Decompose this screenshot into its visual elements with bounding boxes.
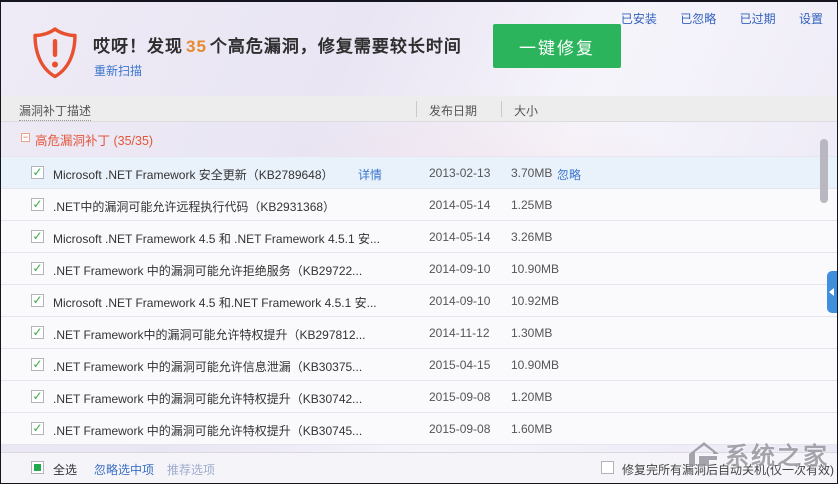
vulnerability-repair-window: 哎呀！发现35个高危漏洞，修复需要较长时间 重新扫描 一键修复 已安装 已忽略 … — [0, 0, 838, 484]
patch-date: 2013-02-13 — [429, 166, 490, 180]
auto-shutdown-checkbox[interactable] — [601, 461, 614, 474]
nav-ignored[interactable]: 已忽略 — [680, 12, 716, 26]
patch-desc: .NET Framework 中的漏洞可能允许信息泄漏（KB30375... — [53, 358, 362, 375]
footer-bar: 全选 忽略选中项 推荐选项 修复完所有漏洞后自动关机(仅一次有效) — [1, 452, 837, 483]
patch-date: 2014-05-14 — [429, 198, 490, 212]
warning-shield-icon — [29, 26, 81, 80]
patch-date: 2014-11-12 — [429, 326, 490, 340]
table-row[interactable]: ✓ .NET Framework中的漏洞可能允许特权提升（KB297812...… — [1, 317, 837, 349]
patch-size: 3.26MB — [511, 230, 552, 244]
ignore-selected-link[interactable]: 忽略选中项 — [94, 461, 154, 478]
table-row[interactable]: ✓ Microsoft .NET Framework 4.5 和 .NET Fr… — [1, 221, 837, 253]
table-row[interactable]: ✓ .NET Framework 中的漏洞可能允许拒绝服务（KB29722...… — [1, 253, 837, 285]
row-checkbox[interactable]: ✓ — [31, 230, 44, 243]
patch-size: 1.60MB — [511, 422, 552, 436]
nav-settings[interactable]: 设置 — [799, 12, 823, 26]
patch-desc: Microsoft .NET Framework 4.5 和 .NET Fram… — [53, 230, 380, 247]
patch-desc: Microsoft .NET Framework 安全更新（KB2789648） — [53, 166, 334, 183]
patch-size: 1.25MB — [511, 198, 552, 212]
patch-desc: .NET Framework 中的漏洞可能允许特权提升（KB30742... — [53, 390, 362, 407]
column-date: 发布日期 — [429, 102, 477, 119]
top-nav: 已安装 已忽略 已过期 设置 — [601, 10, 823, 27]
patch-date: 2014-09-10 — [429, 294, 490, 308]
table-header: 漏洞补丁描述 发布日期 大小 — [1, 96, 837, 122]
patch-desc: .NET Framework中的漏洞可能允许特权提升（KB297812... — [53, 326, 366, 343]
table-row[interactable]: ✓ .NET Framework 中的漏洞可能允许特权提升（KB30742...… — [1, 381, 837, 413]
nav-installed[interactable]: 已安装 — [621, 12, 657, 26]
select-all-label: 全选 — [53, 461, 77, 478]
row-checkbox[interactable]: ✓ — [31, 422, 44, 435]
patch-size: 1.30MB — [511, 326, 552, 340]
row-checkbox[interactable]: ✓ — [31, 198, 44, 211]
chevron-left-icon — [829, 288, 834, 296]
patch-size: 1.20MB — [511, 390, 552, 404]
table-row[interactable]: ✓ .NET Framework 中的漏洞可能允许特权提升（KB30745...… — [1, 413, 837, 445]
recommended-options-link[interactable]: 推荐选项 — [167, 461, 215, 478]
column-divider — [501, 101, 502, 117]
column-desc: 漏洞补丁描述 — [19, 102, 91, 121]
table-row[interactable]: ✓ .NET Framework 中的漏洞可能允许信息泄漏（KB30375...… — [1, 349, 837, 381]
detail-link[interactable]: 详情 — [358, 166, 382, 183]
patch-desc: .NET Framework 中的漏洞可能允许拒绝服务（KB29722... — [53, 262, 362, 279]
group-title: 高危漏洞补丁 (35/35) — [35, 130, 153, 149]
ignore-link[interactable]: 忽略 — [557, 166, 581, 183]
patch-size: 10.90MB — [511, 358, 559, 372]
patch-size: 10.90MB — [511, 262, 559, 276]
nav-expired[interactable]: 已过期 — [740, 12, 776, 26]
patch-desc: .NET Framework 中的漏洞可能允许特权提升（KB30745... — [53, 422, 362, 439]
row-checkbox[interactable]: ✓ — [31, 326, 44, 339]
patch-size: 3.70MB — [511, 166, 552, 180]
group-header-high-risk: − 高危漏洞补丁 (35/35) — [1, 123, 837, 156]
patch-size: 10.92MB — [511, 294, 559, 308]
patch-date: 2015-04-15 — [429, 358, 490, 372]
row-checkbox[interactable]: ✓ — [31, 390, 44, 403]
patch-date: 2015-09-08 — [429, 422, 490, 436]
one-click-fix-button[interactable]: 一键修复 — [493, 24, 621, 68]
page-title: 哎呀！发现35个高危漏洞，修复需要较长时间 — [93, 32, 462, 57]
patch-desc: Microsoft .NET Framework 4.5 和.NET Frame… — [53, 294, 377, 311]
collapse-icon[interactable]: − — [21, 133, 30, 142]
table-row[interactable]: ✓ Microsoft .NET Framework 4.5 和.NET Fra… — [1, 285, 837, 317]
column-divider — [416, 101, 417, 117]
side-panel-toggle[interactable] — [827, 271, 837, 313]
row-checkbox[interactable]: ✓ — [31, 294, 44, 307]
patch-list: ✓ Microsoft .NET Framework 安全更新（KB278964… — [1, 156, 837, 445]
table-row[interactable]: ✓ .NET中的漏洞可能允许远程执行代码（KB2931368） 2014-05-… — [1, 189, 837, 221]
row-checkbox[interactable]: ✓ — [31, 358, 44, 371]
patch-desc: .NET中的漏洞可能允许远程执行代码（KB2931368） — [53, 198, 335, 215]
vuln-count: 35 — [183, 37, 210, 56]
rescan-link[interactable]: 重新扫描 — [94, 62, 142, 79]
patch-date: 2014-05-14 — [429, 230, 490, 244]
column-size: 大小 — [514, 102, 538, 119]
select-all-checkbox[interactable] — [31, 461, 44, 474]
row-checkbox[interactable]: ✓ — [31, 166, 44, 179]
scrollbar-thumb[interactable] — [820, 139, 828, 203]
table-row[interactable]: ✓ Microsoft .NET Framework 安全更新（KB278964… — [1, 157, 837, 189]
row-checkbox[interactable]: ✓ — [31, 262, 44, 275]
patch-date: 2015-09-08 — [429, 390, 490, 404]
auto-shutdown-label: 修复完所有漏洞后自动关机(仅一次有效) — [622, 461, 834, 478]
patch-date: 2014-09-10 — [429, 262, 490, 276]
